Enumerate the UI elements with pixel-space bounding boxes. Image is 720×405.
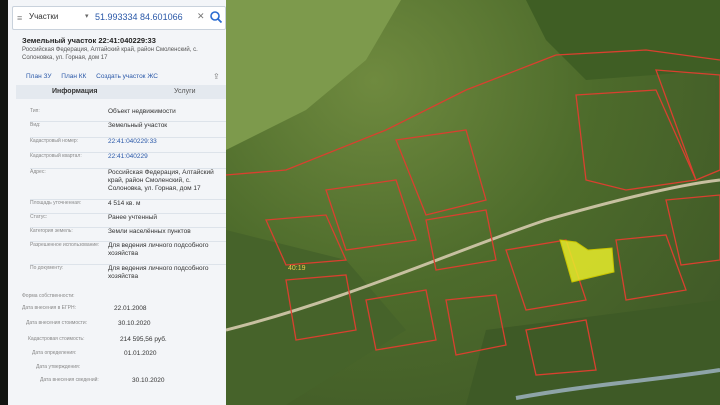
map-area[interactable]: 40:19: [226, 0, 720, 405]
detail-label: Категория земель:: [30, 228, 73, 234]
map-quarter-label: 40:19: [288, 265, 306, 272]
detail-row-kind: Вид: Земельный участок: [30, 121, 226, 134]
detail-row-area: Площадь уточненная: 4 514 кв. м: [30, 199, 226, 212]
detail-label: Площадь уточненная:: [30, 200, 82, 206]
extra-row-ownership: Форма собственности:: [22, 293, 222, 301]
search-input[interactable]: [95, 10, 195, 24]
extra-value: 30.10.2020: [118, 320, 151, 327]
detail-label: По документу:: [30, 265, 64, 271]
extra-value: 214 595,56 руб.: [120, 336, 167, 343]
tab-information[interactable]: Информация: [52, 88, 97, 95]
share-icon[interactable]: ⇪: [213, 72, 220, 81]
search-icon[interactable]: [209, 10, 223, 24]
search-bar: ≡ Участки ▾ ✕: [12, 6, 226, 30]
action-links: План ЗУ План КК Создать участок ЖС: [26, 73, 166, 80]
tab-services[interactable]: Услуги: [174, 88, 196, 95]
extra-label: Дата внесения сведений:: [40, 377, 99, 383]
detail-value: Российская Федерация, Алтайский край, ра…: [108, 169, 214, 192]
extra-row-cadastral-cost: Кадастровая стоимость: 214 595,56 руб.: [28, 336, 226, 344]
plan-zu-link[interactable]: План ЗУ: [26, 73, 51, 80]
detail-row-permitted-use: Разрешенное использование: Для ведения л…: [30, 241, 226, 264]
extra-row-info-date: Дата внесения сведений: 30.10.2020: [40, 377, 226, 385]
detail-row-status: Статус: Ранее учтенный: [30, 213, 226, 226]
detail-label: Разрешенное использование:: [30, 242, 100, 248]
cadastral-number-link[interactable]: 22:41:040229:33: [108, 138, 226, 146]
cadastral-quarter-link[interactable]: 22:41:040229: [108, 153, 226, 161]
extra-row-egrn-date: Дата внесения в ЕГРН: 22.01.2008: [22, 305, 222, 313]
extra-label: Дата внесения стоимости:: [26, 320, 88, 326]
detail-label: Адрес:: [30, 169, 46, 175]
detail-value: 4 514 кв. м: [108, 200, 141, 207]
object-address: Российская Федерация, Алтайский край, ра…: [22, 47, 198, 61]
extra-value: 22.01.2008: [114, 305, 147, 312]
detail-value: Ранее учтенный: [108, 214, 157, 221]
extra-value: 01.01.2020: [124, 350, 157, 357]
field-north: [226, 0, 401, 150]
detail-label: Вид:: [30, 122, 41, 128]
extra-label: Дата определения:: [32, 350, 77, 356]
detail-value: Земли населённых пунктов: [108, 228, 191, 235]
create-parcel-link[interactable]: Создать участок ЖС: [96, 73, 158, 80]
extra-value: 30.10.2020: [132, 377, 165, 384]
extra-row-determination-date: Дата определения: 01.01.2020: [32, 350, 226, 358]
detail-row-address: Адрес: Российская Федерация, Алтайский к…: [30, 168, 226, 199]
detail-label: Кадастровый квартал:: [30, 153, 82, 159]
extra-label: Дата утверждения:: [36, 364, 81, 370]
detail-row-land-category: Категория земель: Земли населённых пункт…: [30, 227, 226, 240]
tab-bar: Информация Услуги: [16, 85, 226, 99]
detail-label: Статус:: [30, 214, 48, 220]
detail-row-cadastral-quarter: Кадастровый квартал: 22:41:040229: [30, 152, 226, 165]
detail-value: Для ведения личного подсобного хозяйства: [108, 242, 209, 257]
extra-label: Форма собственности:: [22, 293, 75, 299]
forest-southwest: [226, 230, 406, 405]
menu-icon[interactable]: ≡: [17, 13, 25, 23]
detail-row-type: Тип: Объект недвижимости: [30, 108, 226, 118]
object-title: Земельный участок 22:41:040229:33: [22, 36, 156, 45]
extra-row-cost-date: Дата внесения стоимости: 30.10.2020: [26, 320, 226, 328]
extra-row-approval-date: Дата утверждения:: [36, 364, 226, 372]
extra-label: Дата внесения в ЕГРН:: [22, 305, 77, 311]
search-type-select[interactable]: Участки: [29, 12, 58, 21]
info-panel: ≡ Участки ▾ ✕ Земельный участок 22:41:04…: [8, 0, 226, 405]
detail-label: Тип:: [30, 108, 40, 114]
clear-icon[interactable]: ✕: [197, 11, 205, 22]
extra-label: Кадастровая стоимость:: [28, 336, 85, 342]
detail-row-cadastral-number: Кадастровый номер: 22:41:040229:33: [30, 137, 226, 150]
forest-northeast: [526, 0, 720, 80]
detail-value: Земельный участок: [108, 122, 168, 129]
plan-kk-link[interactable]: План КК: [61, 73, 86, 80]
selected-parcel[interactable]: [559, 239, 615, 283]
detail-label: Кадастровый номер:: [30, 138, 79, 144]
map-canvas[interactable]: 40:19: [226, 0, 720, 405]
detail-value: Для ведения личного подсобного хозяйства: [108, 265, 209, 280]
chevron-down-icon[interactable]: ▾: [85, 12, 89, 20]
detail-value: Объект недвижимости: [108, 108, 176, 115]
detail-row-by-document: По документу: Для ведения личного подсоб…: [30, 264, 226, 287]
